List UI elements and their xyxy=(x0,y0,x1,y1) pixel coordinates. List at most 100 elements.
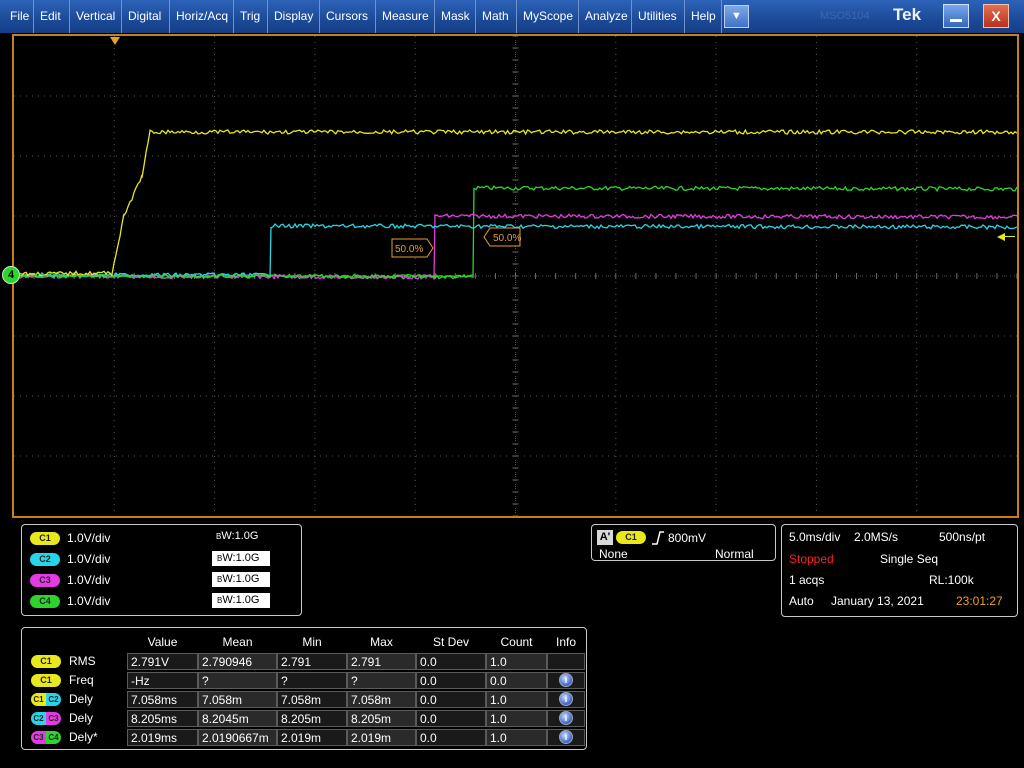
cell-stdev: 0.0 xyxy=(416,672,486,689)
menu-item-horiz-acq[interactable]: Horiz/Acq xyxy=(170,0,234,33)
menu-item-mask[interactable]: Mask xyxy=(435,0,476,33)
channel-4-badge[interactable]: C4 xyxy=(30,595,60,608)
channel-4-scale: 1.0V/div xyxy=(67,594,111,608)
measurement-name: Dely* xyxy=(69,730,98,744)
cell-stdev: 0.0 xyxy=(416,653,486,670)
info-icon[interactable]: i xyxy=(559,730,573,744)
acquisition-state: Stopped xyxy=(789,552,834,566)
measurement-name: Dely xyxy=(69,711,94,725)
channel-1-badge[interactable]: C1 xyxy=(30,532,60,545)
menu-item-display[interactable]: Display xyxy=(268,0,320,33)
trigger-level-line xyxy=(1005,236,1015,237)
record-length: RL:100k xyxy=(929,573,974,587)
cursor-label-1-text: 50.0% xyxy=(395,244,423,255)
cell-max: 8.205m xyxy=(347,710,416,727)
cell-min: 2.019m xyxy=(277,729,347,746)
cursor-label-1: 50.0% xyxy=(391,238,434,258)
source-2: C4 xyxy=(46,731,61,744)
measurement-source-badge: C1 xyxy=(31,674,61,687)
header-min: Min xyxy=(302,635,322,649)
cell-count: 1.0 xyxy=(486,710,547,727)
cell-max: 2.791 xyxy=(347,653,416,670)
menu-item-help[interactable]: Help xyxy=(685,0,722,33)
cell-value: 2.019ms xyxy=(127,729,198,746)
bandwidth-prefix: W: xyxy=(221,530,235,542)
trigger-coupling: None xyxy=(599,547,628,561)
bandwidth-prefix: W: xyxy=(222,573,236,585)
menu-item-analyze[interactable]: Analyze xyxy=(579,0,632,33)
close-button[interactable]: X xyxy=(983,4,1009,28)
cell-info xyxy=(547,653,585,670)
acquisition-mode: Single Seq xyxy=(880,552,939,566)
header-value: Value xyxy=(147,635,178,649)
channel-settings-panel: C1 1.0V/div BW:1.0G C2 1.0V/div BW:1.0G C3 1.0V… xyxy=(21,524,302,616)
trigger-level: 800mV xyxy=(668,531,707,545)
bandwidth-value: 1.0G xyxy=(235,552,260,564)
menu-item-vertical[interactable]: Vertical xyxy=(70,0,122,33)
menu-dropdown-arrow-icon[interactable]: ▼ xyxy=(724,5,749,28)
trigger-source-badge: C1 xyxy=(616,531,646,544)
cell-mean: 2.790946 xyxy=(198,653,277,670)
trigger-level-marker-icon[interactable] xyxy=(997,233,1005,241)
measurement-name: Dely xyxy=(69,692,94,706)
waveform-display: 50.0% 50.0% xyxy=(14,36,1017,516)
menu-item-myscope[interactable]: MyScope xyxy=(517,0,579,33)
cell-max: 7.058m xyxy=(347,691,416,708)
bandwidth-prefix: W: xyxy=(222,594,236,606)
menu-item-edit[interactable]: Edit xyxy=(34,0,70,33)
info-icon[interactable]: i xyxy=(559,692,573,706)
measurement-source-badge: C3 C4 xyxy=(31,731,61,744)
bandwidth-value: 1.0G xyxy=(235,594,260,606)
bandwidth-value: 1.0G xyxy=(234,530,259,542)
cell-mean: 8.2045m xyxy=(198,710,277,727)
cell-mean: 2.0190667m xyxy=(198,729,277,746)
menu-item-file[interactable]: File xyxy=(4,0,34,33)
measurement-name: Freq xyxy=(69,673,94,687)
trace-ch1 xyxy=(14,128,1017,277)
menu-item-cursors[interactable]: Cursors xyxy=(320,0,376,33)
menu-item-digital[interactable]: Digital xyxy=(122,0,170,33)
menu-bar: File Edit Vertical Digital Horiz/Acq Trig Disp… xyxy=(0,0,1024,33)
waveform-graticule[interactable]: 50.0% 50.0% xyxy=(12,34,1019,518)
channel-4-ground-marker[interactable]: 4 xyxy=(2,266,20,284)
cell-stdev: 0.0 xyxy=(416,729,486,746)
source-2: C3 xyxy=(46,712,61,725)
horizontal-settings-panel[interactable]: 5.0ms/div 2.0MS/s 500ns/pt Stopped Singl… xyxy=(781,524,1018,617)
channel-4-bandwidth: BW:1.0G xyxy=(212,593,270,608)
bandwidth-prefix: W: xyxy=(222,552,236,564)
cell-value: 2.791V xyxy=(127,653,198,670)
trigger-auto-mode: Auto xyxy=(789,594,814,608)
header-max: Max xyxy=(370,635,393,649)
channel-3-bandwidth: BW:1.0G xyxy=(212,572,270,587)
cursor-label-2: 50.0% xyxy=(483,227,521,247)
info-icon[interactable]: i xyxy=(559,711,573,725)
channel-2-bandwidth: BW:1.0G xyxy=(212,551,270,566)
trigger-mode: Normal xyxy=(715,547,754,561)
measurement-source-badge: C1 xyxy=(31,655,61,668)
trigger-settings-panel[interactable]: A' C1 800mV None Normal xyxy=(591,524,776,561)
measurement-table[interactable]: Value Mean Min Max St Dev Count Info C1 RMS 2.791… xyxy=(21,627,587,750)
menu-item-measure[interactable]: Measure xyxy=(376,0,435,33)
menu-item-math[interactable]: Math xyxy=(476,0,517,33)
cell-stdev: 0.0 xyxy=(416,710,486,727)
trigger-position-marker-icon[interactable] xyxy=(110,37,120,45)
menu-item-utilities[interactable]: Utilities xyxy=(632,0,685,33)
cell-count: 1.0 xyxy=(486,691,547,708)
minimize-button[interactable] xyxy=(943,4,969,28)
cell-mean: ? xyxy=(198,672,277,689)
channel-2-badge[interactable]: C2 xyxy=(30,553,60,566)
cell-mean: 7.058m xyxy=(198,691,277,708)
cell-min: 8.205m xyxy=(277,710,347,727)
cell-count: 0.0 xyxy=(486,672,547,689)
menu-item-trig[interactable]: Trig xyxy=(234,0,268,33)
source-1: C3 xyxy=(31,731,46,744)
info-icon[interactable]: i xyxy=(559,673,573,687)
rising-edge-icon xyxy=(651,530,665,546)
header-stdev: St Dev xyxy=(432,635,469,649)
source-2: C2 xyxy=(46,693,61,706)
channel-3-badge[interactable]: C3 xyxy=(30,574,60,587)
cell-value: 7.058ms xyxy=(127,691,198,708)
cell-max: 2.019m xyxy=(347,729,416,746)
source-1: C1 xyxy=(31,693,46,706)
measurement-source-badge: C2 C3 xyxy=(31,712,61,725)
